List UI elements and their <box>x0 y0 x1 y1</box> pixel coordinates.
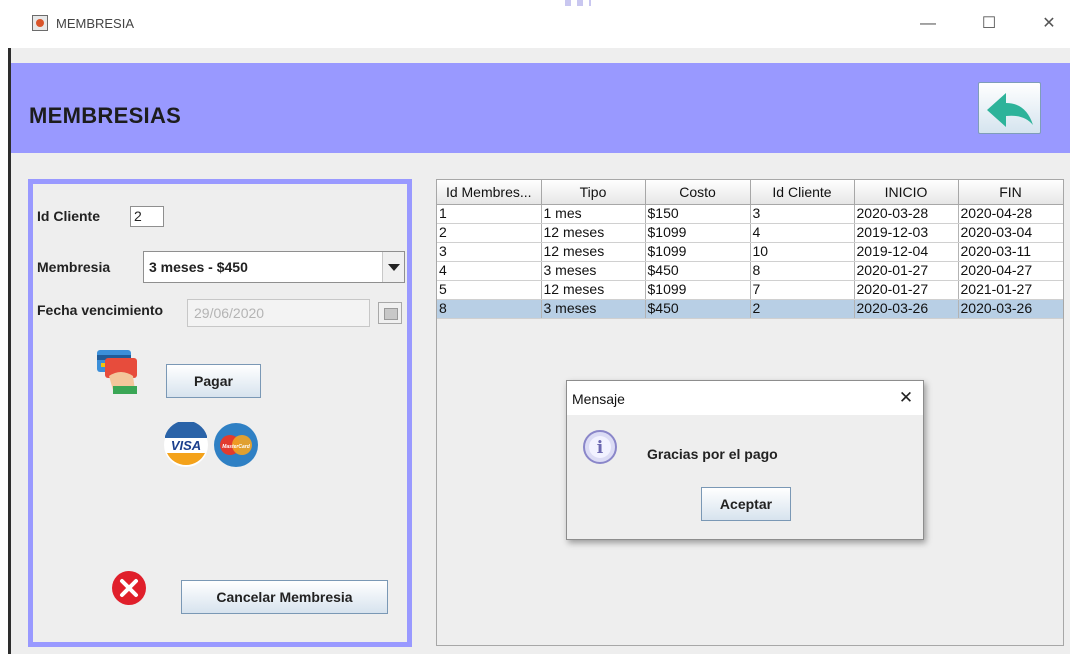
table-cell: 5 <box>437 280 542 300</box>
aceptar-button[interactable]: Aceptar <box>701 487 791 521</box>
cancelar-membresia-button[interactable]: Cancelar Membresia <box>181 580 388 614</box>
id-cliente-input[interactable]: 2 <box>130 206 164 227</box>
column-header[interactable]: Id Membres... <box>437 180 542 205</box>
membresia-selected-value: 3 meses - $450 <box>149 259 248 275</box>
table-cell: 3 meses <box>541 299 646 319</box>
decorative-strip <box>565 0 591 6</box>
table-cell: 2021-01-27 <box>958 280 1063 300</box>
table-cell: 12 meses <box>541 223 646 243</box>
table-cell: 2020-04-27 <box>958 261 1063 281</box>
mastercard-text: MasterCard <box>222 444 250 450</box>
table-cell: 2019-12-03 <box>854 223 959 243</box>
page-title: MEMBRESIAS <box>29 103 182 128</box>
dialog-titlebar: Mensaje ✕ <box>567 381 923 415</box>
table-cell: 10 <box>750 242 855 262</box>
id-cliente-label: Id Cliente <box>37 208 101 224</box>
table-row[interactable]: 1 1 mes $150 3 2020-03-28 2020-04-28 <box>437 204 1063 224</box>
column-header[interactable]: Id Cliente <box>750 180 855 205</box>
red-x-circle-icon <box>112 571 146 605</box>
maximize-button[interactable]: ☐ <box>977 12 1001 36</box>
table-cell: 1 <box>437 204 542 224</box>
back-button[interactable] <box>978 82 1041 134</box>
info-glyph: i <box>597 438 604 458</box>
calendar-icon[interactable] <box>378 302 402 324</box>
info-icon: i <box>583 430 617 464</box>
window-title: MEMBRESIA <box>56 16 135 31</box>
table-row[interactable]: 3 12 meses $1099 10 2019-12-04 2020-03-1… <box>437 242 1063 262</box>
column-header[interactable]: Costo <box>645 180 751 205</box>
fecha-vencimiento-label: Fecha vencimiento <box>37 302 164 318</box>
table-cell: 4 <box>750 223 855 243</box>
membresia-label: Membresia <box>37 259 111 275</box>
table-header: Id Membres... Tipo Costo Id Cliente INIC… <box>437 180 1063 205</box>
mastercard-icon: MasterCard <box>214 423 258 467</box>
dialog-message: Gracias por el pago <box>647 446 778 462</box>
chevron-down-icon[interactable] <box>382 252 404 282</box>
table-cell: 3 <box>437 242 542 262</box>
back-arrow-icon <box>987 93 1033 127</box>
column-header[interactable]: Tipo <box>541 180 646 205</box>
table-cell: 2020-01-27 <box>854 280 959 300</box>
visa-icon: VISA <box>164 422 208 467</box>
column-header[interactable]: FIN <box>958 180 1063 205</box>
table-cell: 2 <box>750 299 855 319</box>
pagar-button[interactable]: Pagar <box>166 364 261 398</box>
table-cell: 3 <box>750 204 855 224</box>
table-cell: 2020-01-27 <box>854 261 959 281</box>
table-cell: 2020-04-28 <box>958 204 1063 224</box>
column-header[interactable]: INICIO <box>854 180 959 205</box>
table-cell: $1099 <box>645 242 751 262</box>
table-cell: 2020-03-26 <box>958 299 1063 319</box>
table-cell: 4 <box>437 261 542 281</box>
table-cell: 8 <box>750 261 855 281</box>
table-cell: 2019-12-04 <box>854 242 959 262</box>
table-row[interactable]: 4 3 meses $450 8 2020-01-27 2020-04-27 <box>437 261 1063 281</box>
table-cell: 8 <box>437 299 542 319</box>
table-cell: 12 meses <box>541 280 646 300</box>
table-cell: $1099 <box>645 223 751 243</box>
java-cup-icon <box>32 15 48 31</box>
minimize-button[interactable]: — <box>916 12 940 36</box>
visa-text: VISA <box>171 438 201 453</box>
table-cell: 2020-03-28 <box>854 204 959 224</box>
membresia-select[interactable]: 3 meses - $450 <box>143 251 405 283</box>
table-cell: $450 <box>645 299 751 319</box>
table-row-selected[interactable]: 8 3 meses $450 2 2020-03-26 2020-03-26 <box>437 299 1063 319</box>
table-cell: 7 <box>750 280 855 300</box>
page-header: MEMBRESIAS <box>11 63 1070 153</box>
message-dialog: Mensaje ✕ i Gracias por el pago Aceptar <box>566 380 924 540</box>
table-cell: $450 <box>645 261 751 281</box>
dialog-close-button[interactable]: ✕ <box>895 387 917 409</box>
table-cell: 2020-03-04 <box>958 223 1063 243</box>
table-cell: 2 <box>437 223 542 243</box>
membership-form-panel: Id Cliente 2 Membresia 3 meses - $450 Fe… <box>28 179 412 647</box>
credit-card-hand-icon <box>97 350 137 394</box>
table-row[interactable]: 5 12 meses $1099 7 2020-01-27 2021-01-27 <box>437 280 1063 300</box>
fecha-vencimiento-input[interactable]: 29/06/2020 <box>187 299 370 327</box>
dialog-title: Mensaje <box>572 391 625 407</box>
table-cell: 12 meses <box>541 242 646 262</box>
table-cell: $1099 <box>645 280 751 300</box>
window-titlebar: MEMBRESIA — ☐ ✕ <box>0 0 1070 48</box>
table-row[interactable]: 2 12 meses $1099 4 2019-12-03 2020-03-04 <box>437 223 1063 243</box>
table-cell: 2020-03-11 <box>958 242 1063 262</box>
table-cell: $150 <box>645 204 751 224</box>
table-cell: 2020-03-26 <box>854 299 959 319</box>
close-window-button[interactable]: ✕ <box>1037 12 1061 36</box>
table-cell: 3 meses <box>541 261 646 281</box>
table-cell: 1 mes <box>541 204 646 224</box>
